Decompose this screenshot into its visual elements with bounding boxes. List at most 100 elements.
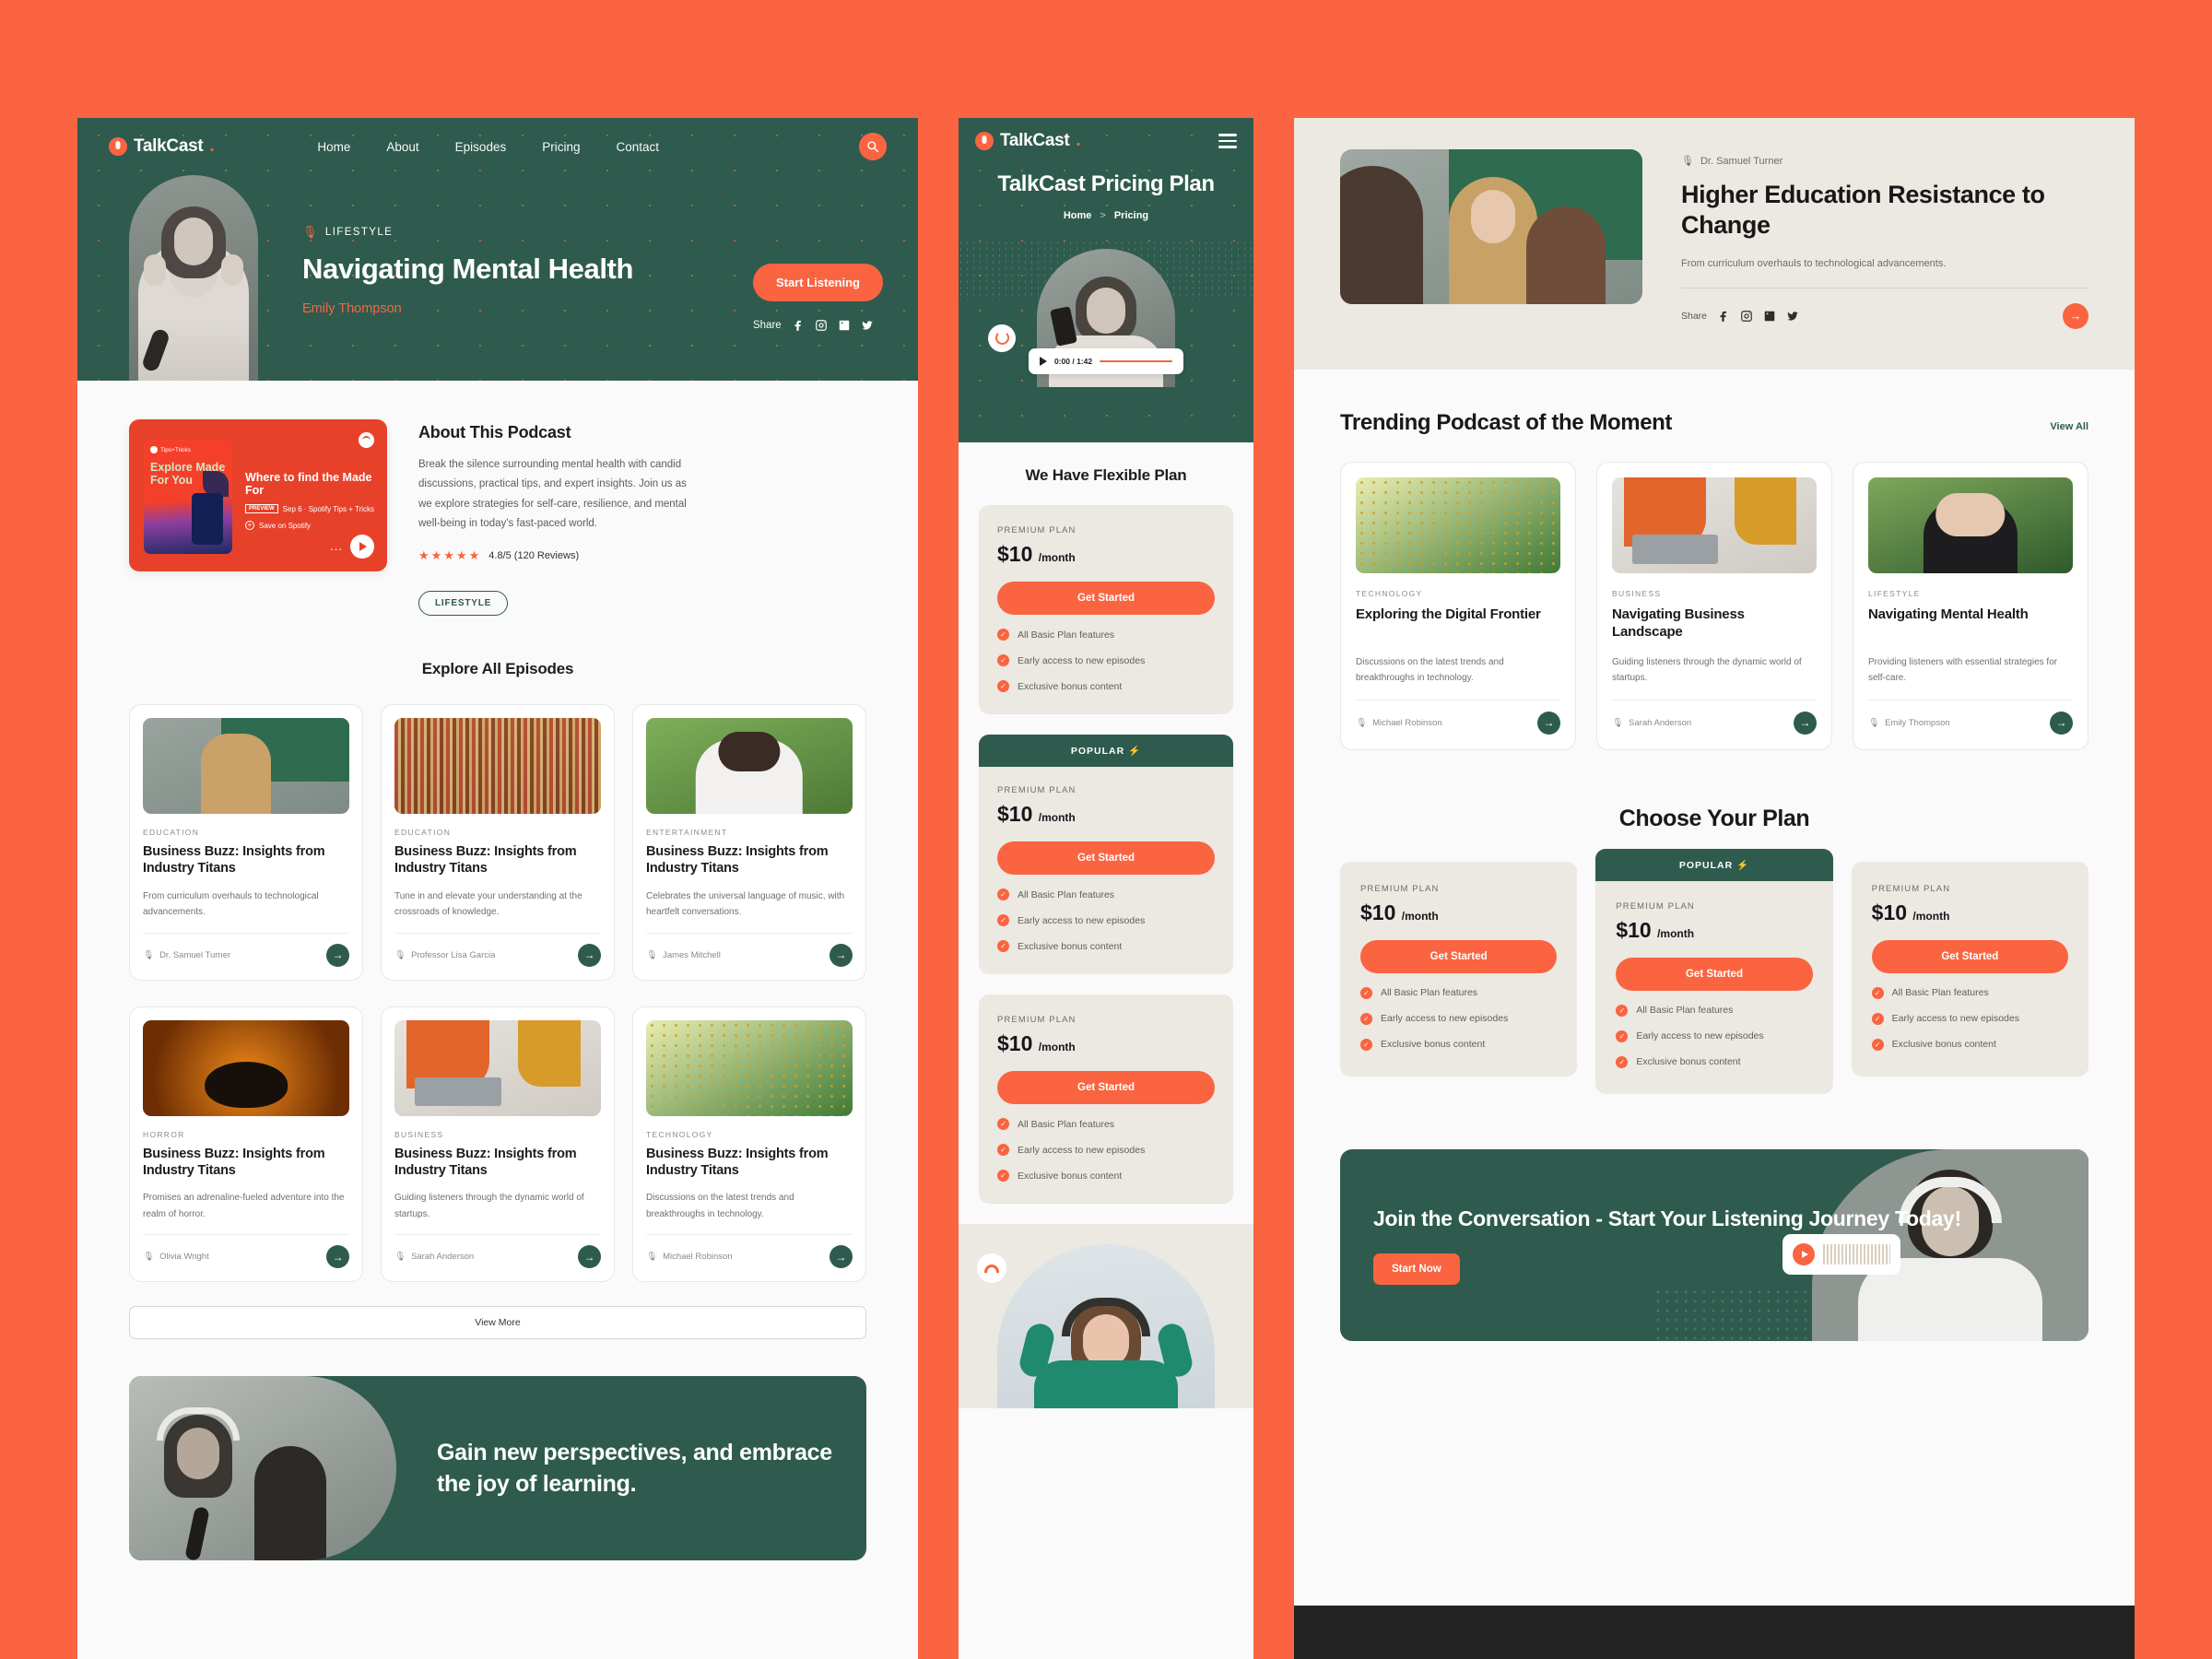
trending-footer: 🎙 Michael Robinson → bbox=[1356, 699, 1560, 735]
get-started-button[interactable]: Get Started bbox=[997, 1071, 1215, 1104]
episode-category: TECHNOLOGY bbox=[646, 1129, 713, 1139]
episode-card[interactable]: TECHNOLOGY Business Buzz: Insights from … bbox=[632, 1006, 866, 1283]
episode-card[interactable]: EDUCATION Business Buzz: Insights from I… bbox=[129, 704, 363, 981]
episode-title: Business Buzz: Insights from Industry Ti… bbox=[394, 1146, 577, 1178]
episode-footer: 🎙 Dr. Samuel Turner → bbox=[143, 932, 349, 967]
nav-item-home[interactable]: Home bbox=[317, 140, 350, 154]
nav-item-contact[interactable]: Contact bbox=[616, 140, 659, 154]
microphone-icon: 🎙 bbox=[1681, 156, 1694, 167]
play-icon[interactable] bbox=[1793, 1242, 1815, 1265]
trending-thumbnail bbox=[1356, 477, 1560, 573]
episode-description: From curriculum overhauls to technologic… bbox=[143, 890, 319, 918]
audio-player-bar[interactable]: 0:00 / 1:42 bbox=[1029, 347, 1183, 374]
arrow-right-icon[interactable]: → bbox=[1794, 711, 1817, 735]
trending-host: 🎙 Emily Thompson bbox=[1868, 717, 1950, 728]
episode-title: Business Buzz: Insights from Industry Ti… bbox=[143, 844, 325, 877]
episode-card[interactable]: BUSINESS Business Buzz: Insights from In… bbox=[381, 1006, 615, 1283]
arrow-right-icon[interactable]: → bbox=[326, 943, 349, 967]
episode-description: Discussions on the latest trends and bre… bbox=[646, 1193, 794, 1219]
plan-feature: ✓ Exclusive bonus content bbox=[1360, 1038, 1557, 1051]
episode-category: ENTERTAINMENT bbox=[646, 828, 728, 838]
facebook-icon[interactable] bbox=[792, 319, 805, 332]
arrow-right-icon[interactable]: → bbox=[830, 1245, 853, 1269]
view-more-button[interactable]: View More bbox=[129, 1306, 866, 1340]
get-started-button[interactable]: Get Started bbox=[997, 582, 1215, 615]
plan-feature: ✓ Exclusive bonus content bbox=[1616, 1055, 1812, 1068]
plus-icon: + bbox=[245, 521, 254, 530]
brand-dot: . bbox=[209, 136, 215, 156]
hero-title: Navigating Mental Health bbox=[302, 253, 634, 285]
hamburger-menu-icon[interactable] bbox=[1218, 134, 1237, 148]
trending-card[interactable]: BUSINESS Navigating Business Landscape G… bbox=[1596, 461, 1832, 750]
check-icon: ✓ bbox=[997, 888, 1009, 900]
get-started-button[interactable]: Get Started bbox=[1360, 939, 1558, 973]
episode-host: 🎙 Professor Lisa Garcia bbox=[394, 949, 496, 960]
episode-card[interactable]: HORROR Business Buzz: Insights from Indu… bbox=[129, 1006, 363, 1283]
breadcrumb-current: Pricing bbox=[1113, 209, 1149, 221]
plan-label: PREMIUM PLAN bbox=[997, 785, 1077, 795]
instagram-icon[interactable] bbox=[1740, 310, 1753, 323]
arrow-right-icon[interactable]: → bbox=[2063, 302, 2088, 329]
plan-price: $10 /month bbox=[997, 802, 1076, 826]
category-chip-lifestyle[interactable]: LIFESTYLE bbox=[418, 591, 509, 617]
episode-card[interactable]: EDUCATION Business Buzz: Insights from I… bbox=[381, 704, 615, 981]
rating-value: 4.8/5 (120 Reviews) bbox=[488, 550, 580, 562]
get-started-button[interactable]: Get Started bbox=[1871, 939, 2068, 973]
plan-feature: ✓ Early access to new episodes bbox=[1616, 1030, 1812, 1042]
microphone-icon: 🎙 bbox=[394, 949, 406, 960]
play-icon[interactable] bbox=[1040, 356, 1047, 366]
view-all-link[interactable]: View All bbox=[2050, 421, 2088, 432]
plan-label: PREMIUM PLAN bbox=[997, 525, 1077, 535]
about-text-column: About This Podcast Break the silence sur… bbox=[418, 419, 695, 617]
progress-track[interactable] bbox=[1100, 359, 1172, 363]
facebook-icon[interactable] bbox=[1717, 310, 1730, 323]
more-options-icon[interactable]: ... bbox=[330, 539, 343, 553]
hero-actions: Start Listening Share bbox=[752, 175, 918, 381]
pricing-card: POPULAR ⚡ PREMIUM PLAN $10 /month Get St… bbox=[1595, 848, 1833, 1094]
episode-thumbnail bbox=[394, 718, 601, 815]
trending-card[interactable]: LIFESTYLE Navigating Mental Health Provi… bbox=[1853, 461, 2088, 750]
hero-host-photo bbox=[129, 175, 258, 381]
spotify-episode-title: Where to find the Made For bbox=[245, 471, 372, 497]
breadcrumb-home[interactable]: Home bbox=[1064, 210, 1092, 221]
cta-audio-widget[interactable] bbox=[1783, 1233, 1900, 1275]
nav-item-episodes[interactable]: Episodes bbox=[455, 140, 507, 154]
episode-host: 🎙 Michael Robinson bbox=[646, 1252, 733, 1263]
plan-feature: ✓ All Basic Plan features bbox=[1360, 986, 1557, 999]
episodes-grid-row-1: EDUCATION Business Buzz: Insights from I… bbox=[77, 678, 918, 981]
brand-logo[interactable]: TalkCast. bbox=[975, 131, 1081, 151]
get-started-button[interactable]: Get Started bbox=[1616, 957, 1813, 991]
arrow-right-icon[interactable]: → bbox=[326, 1245, 349, 1269]
linkedin-icon[interactable] bbox=[838, 319, 851, 332]
detail-host: 🎙 Dr. Samuel Turner bbox=[1681, 155, 2088, 168]
instagram-icon[interactable] bbox=[815, 319, 828, 332]
arrow-right-icon[interactable]: → bbox=[578, 943, 601, 967]
twitter-icon[interactable] bbox=[861, 319, 874, 332]
trending-card[interactable]: TECHNOLOGY Exploring the Digital Frontie… bbox=[1340, 461, 1576, 750]
nav-item-pricing[interactable]: Pricing bbox=[542, 140, 580, 154]
linkedin-icon[interactable] bbox=[1763, 310, 1776, 323]
spotify-embed-card[interactable]: Tips+Tricks Explore Made For You Where t… bbox=[129, 419, 387, 571]
check-icon: ✓ bbox=[1360, 1012, 1372, 1025]
start-now-button[interactable]: Start Now bbox=[1373, 1253, 1460, 1286]
arrow-right-icon[interactable]: → bbox=[2050, 711, 2073, 735]
episode-card[interactable]: ENTERTAINMENT Business Buzz: Insights fr… bbox=[632, 704, 866, 981]
mobile-pricing-panel: TalkCast. TalkCast Pricing Plan Home > P… bbox=[959, 118, 1253, 1659]
arrow-right-icon[interactable]: → bbox=[1537, 711, 1560, 735]
search-button[interactable] bbox=[859, 133, 887, 160]
episode-category: HORROR bbox=[143, 1129, 185, 1139]
spotify-meta: Where to find the Made For PREVIEW Sep 6 … bbox=[245, 471, 387, 530]
arrow-right-icon[interactable]: → bbox=[578, 1245, 601, 1269]
save-on-spotify-button[interactable]: + Save on Spotify bbox=[245, 521, 387, 530]
brand-logo[interactable]: TalkCast. bbox=[109, 136, 215, 157]
breadcrumb-separator: > bbox=[1100, 209, 1106, 221]
start-listening-button[interactable]: Start Listening bbox=[752, 264, 883, 301]
get-started-button[interactable]: Get Started bbox=[997, 841, 1215, 875]
play-button[interactable] bbox=[350, 535, 374, 559]
arrow-right-icon[interactable]: → bbox=[830, 943, 853, 967]
episode-description: Guiding listeners through the dynamic wo… bbox=[394, 1193, 584, 1219]
replay-icon[interactable] bbox=[988, 324, 1016, 352]
pricing-card: PREMIUM PLAN $10 /month Get Started ✓ All… bbox=[979, 994, 1233, 1204]
nav-item-about[interactable]: About bbox=[386, 140, 418, 154]
twitter-icon[interactable] bbox=[1786, 310, 1799, 323]
